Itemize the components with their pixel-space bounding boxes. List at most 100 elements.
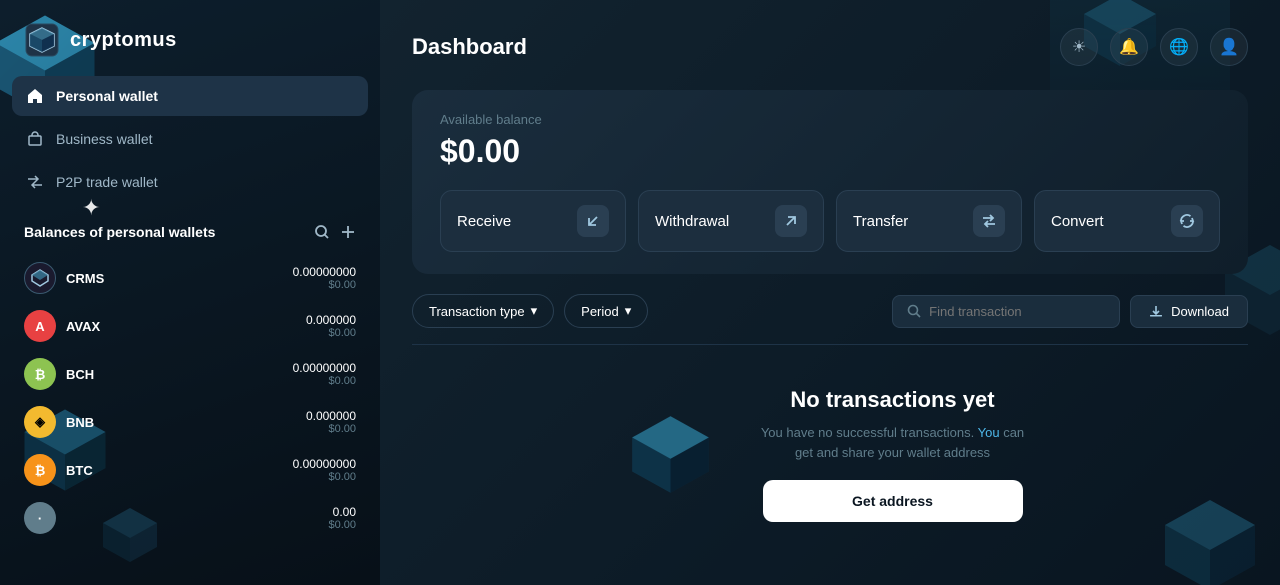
divider-line	[412, 344, 1248, 345]
balance-label: Available balance	[440, 112, 1220, 127]
wallet-item-extra[interactable]: · 0.00 $0.00	[24, 495, 356, 541]
transfer-icon	[973, 205, 1005, 237]
receive-label: Receive	[457, 213, 511, 230]
period-filter[interactable]: Period ▾	[564, 294, 648, 328]
download-icon	[1149, 304, 1163, 318]
bnb-balance: 0.000000 $0.00	[306, 409, 356, 435]
nav-label-business: Business wallet	[56, 131, 153, 147]
transactions-area: Transaction type ▾ Period ▾ Download	[412, 294, 1248, 532]
empty-state: No transactions yet You have no successf…	[753, 377, 1033, 532]
btc-amount: 0.00000000	[293, 457, 356, 471]
crms-icon	[24, 262, 56, 294]
transfer-button[interactable]: Transfer	[836, 190, 1022, 252]
convert-icon	[1171, 205, 1203, 237]
btc-balance: 0.00000000 $0.00	[293, 457, 356, 483]
wallets-actions	[314, 224, 356, 240]
notifications-button[interactable]: 🔔	[1110, 28, 1148, 66]
bch-symbol: BCH	[66, 367, 106, 382]
logo-icon	[24, 22, 60, 58]
dropdown-arrow-icon: ▾	[531, 303, 538, 319]
logo-text: cryptomus	[70, 29, 177, 52]
briefcase-icon	[26, 130, 44, 148]
wallets-section: Balances of personal wallets	[0, 205, 380, 549]
convert-button[interactable]: Convert	[1034, 190, 1220, 252]
crms-usd: $0.00	[293, 279, 356, 291]
search-wallets-button[interactable]	[314, 224, 330, 240]
withdrawal-label: Withdrawal	[655, 213, 729, 230]
bell-icon: 🔔	[1119, 37, 1139, 57]
wallets-header: Balances of personal wallets	[24, 223, 356, 241]
nav-label-p2p: P2P trade wallet	[56, 174, 158, 190]
bnb-symbol: BNB	[66, 415, 106, 430]
search-input[interactable]	[929, 304, 1105, 319]
bch-amount: 0.00000000	[293, 361, 356, 375]
sun-icon: ☀	[1072, 37, 1086, 57]
avax-icon: A	[24, 310, 56, 342]
profile-button[interactable]: 👤	[1210, 28, 1248, 66]
user-icon: 👤	[1219, 37, 1239, 57]
transfer-label: Transfer	[853, 213, 908, 230]
extra-icon: ·	[24, 502, 56, 534]
add-wallet-button[interactable]	[340, 224, 356, 240]
receive-icon	[577, 205, 609, 237]
empty-state-container: No transactions yet You have no successf…	[412, 377, 1248, 532]
wallet-list: CRMS 0.00000000 $0.00 A AVAX 0.000000 $0…	[24, 255, 356, 541]
extra-amount: 0.00	[328, 505, 356, 519]
theme-toggle-button[interactable]: ☀	[1060, 28, 1098, 66]
nav-item-personal-wallet[interactable]: Personal wallet	[12, 76, 368, 116]
globe-icon: 🌐	[1169, 37, 1189, 57]
wallet-item-bch[interactable]: ₿ BCH 0.00000000 $0.00	[24, 351, 356, 397]
bch-icon: ₿	[24, 358, 56, 390]
extra-usd: $0.00	[328, 519, 356, 531]
empty-state-description: You have no successful transactions. You…	[753, 423, 1033, 462]
balance-card: Available balance $0.00 Receive Withdraw…	[412, 90, 1248, 274]
avax-symbol: AVAX	[66, 319, 106, 334]
withdrawal-button[interactable]: Withdrawal	[638, 190, 824, 252]
period-dropdown-arrow-icon: ▾	[625, 303, 632, 319]
nav-item-p2p-trade[interactable]: P2P trade wallet	[12, 162, 368, 202]
bnb-amount: 0.000000	[306, 409, 356, 423]
wallet-item-avax[interactable]: A AVAX 0.000000 $0.00	[24, 303, 356, 349]
wallet-item-bnb[interactable]: ◈ BNB 0.000000 $0.00	[24, 399, 356, 445]
nav-items: Personal wallet Business wallet P2P trad…	[0, 76, 380, 205]
home-icon	[26, 87, 44, 105]
avax-balance: 0.000000 $0.00	[306, 313, 356, 339]
star-decoration: ✦	[82, 195, 100, 221]
logo-area: cryptomus	[0, 0, 380, 76]
download-button[interactable]: Download	[1130, 295, 1248, 328]
period-label: Period	[581, 304, 619, 319]
download-label: Download	[1171, 304, 1229, 319]
empty-state-link: You	[978, 425, 1000, 440]
avax-amount: 0.000000	[306, 313, 356, 327]
sidebar: ✦	[0, 0, 380, 585]
bnb-icon: ◈	[24, 406, 56, 438]
wallets-title: Balances of personal wallets	[24, 223, 215, 241]
main-content: ✦ Dashboard ☀ 🔔 🌐 👤	[380, 0, 1280, 585]
withdrawal-icon	[775, 205, 807, 237]
crms-symbol: CRMS	[66, 271, 106, 286]
convert-label: Convert	[1051, 213, 1104, 230]
transaction-type-label: Transaction type	[429, 304, 525, 319]
transaction-type-filter[interactable]: Transaction type ▾	[412, 294, 554, 328]
get-address-button[interactable]: Get address	[763, 480, 1023, 522]
action-buttons: Receive Withdrawal Trans	[440, 190, 1220, 252]
header-row: Dashboard ☀ 🔔 🌐 👤	[412, 28, 1248, 66]
balance-amount: $0.00	[440, 133, 1220, 170]
bch-balance: 0.00000000 $0.00	[293, 361, 356, 387]
receive-button[interactable]: Receive	[440, 190, 626, 252]
empty-state-cube	[628, 412, 713, 497]
wallet-item-btc[interactable]: ₿ BTC 0.00000000 $0.00	[24, 447, 356, 493]
search-box	[892, 295, 1120, 328]
language-button[interactable]: 🌐	[1160, 28, 1198, 66]
btc-icon: ₿	[24, 454, 56, 486]
page-title: Dashboard	[412, 34, 527, 60]
filters-row: Transaction type ▾ Period ▾ Download	[412, 294, 1248, 328]
bnb-usd: $0.00	[306, 423, 356, 435]
wallet-item-crms[interactable]: CRMS 0.00000000 $0.00	[24, 255, 356, 301]
avax-usd: $0.00	[306, 327, 356, 339]
extra-balance: 0.00 $0.00	[328, 505, 356, 531]
nav-label-personal: Personal wallet	[56, 88, 158, 104]
crms-amount: 0.00000000	[293, 265, 356, 279]
btc-usd: $0.00	[293, 471, 356, 483]
nav-item-business-wallet[interactable]: Business wallet	[12, 119, 368, 159]
